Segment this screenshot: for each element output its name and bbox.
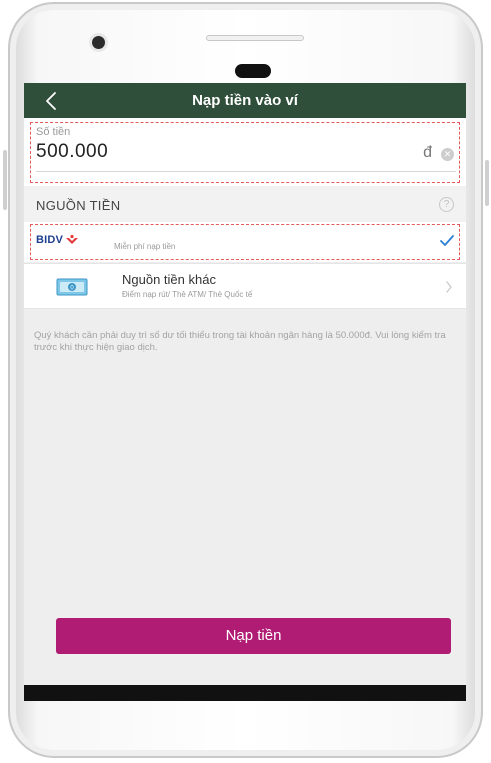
highlight-outline [30, 224, 460, 260]
bidv-logo-icon: BIDV [36, 232, 88, 248]
section-title: NGUỒN TIỀN [36, 198, 121, 213]
source-option-other[interactable]: 0 Nguồn tiền khác Điểm nạp rút/ Thẻ ATM/… [24, 263, 466, 309]
amount-input[interactable]: 500.000 [36, 141, 108, 163]
help-icon[interactable]: ? [439, 197, 454, 212]
amount-field[interactable]: Số tiền 500.000 đ ✕ [24, 118, 466, 186]
source-option-bidv[interactable]: BIDV Miễn phí nạp tiền [24, 222, 466, 262]
camera-icon [92, 36, 105, 49]
check-icon [438, 231, 456, 249]
volume-button [3, 150, 7, 210]
option-title: Nguồn tiền khác [122, 272, 216, 287]
clear-icon[interactable]: ✕ [441, 148, 454, 161]
earpiece [206, 35, 304, 41]
notice-text: Quý khách cần phải duy trì số dư tối thi… [34, 330, 446, 353]
money-icon: 0 [56, 278, 88, 296]
power-button [485, 160, 489, 206]
source-section-header: NGUỒN TIỀN ? [24, 186, 466, 222]
app-screen: Nạp tiền vào ví Số tiền 500.000 đ ✕ NGUỒ… [24, 83, 466, 685]
sensor-bar [235, 64, 271, 78]
option-description: Miễn phí nạp tiền [114, 242, 176, 251]
topup-button[interactable]: Nạp tiền [56, 618, 451, 654]
amount-label: Số tiền [36, 126, 71, 138]
currency-symbol: đ [423, 144, 432, 161]
app-header: Nạp tiền vào ví [24, 83, 466, 118]
page-title: Nạp tiền vào ví [192, 92, 298, 109]
input-underline [36, 171, 456, 172]
option-description: Điểm nạp rút/ Thẻ ATM/ Thẻ Quốc tế [122, 290, 253, 299]
navigation-bar [24, 685, 466, 701]
chevron-right-icon [444, 278, 454, 296]
